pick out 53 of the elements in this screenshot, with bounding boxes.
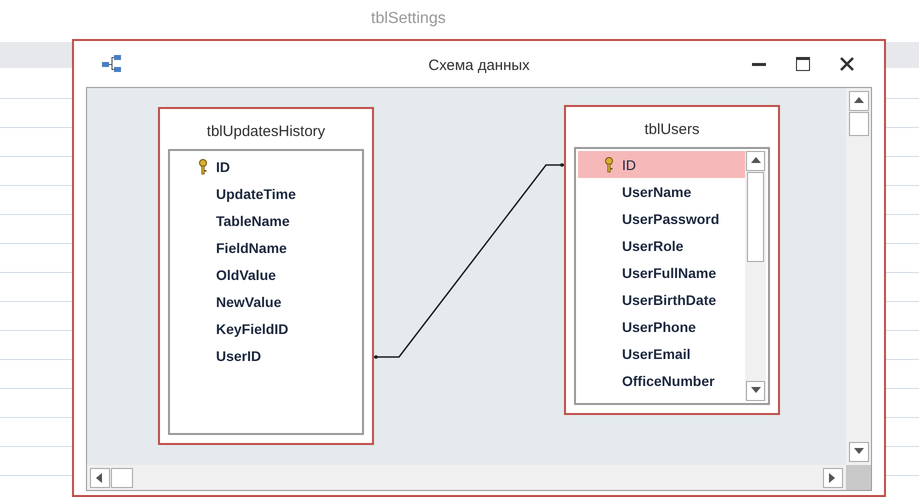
relationships-icon [102,55,122,74]
vertical-scrollbar[interactable] [846,88,871,466]
field-name: UserBirthDate [622,292,716,308]
field-item[interactable]: UserPhone [578,313,745,340]
field-name: UserID [216,348,262,364]
field-name: TableName [216,212,290,229]
field-name: KeyFieldID [216,320,288,337]
field-name: OfficeNumber [622,372,715,389]
field-item[interactable]: UserEmail [578,340,745,368]
maximize-icon [795,56,811,72]
table-window[interactable]: tblUpdatesHistory ID UpdateTime TableName FieldName OldValue NewValue KeyFieldID UserID [158,107,374,446]
field-item[interactable]: OldValue [172,261,360,288]
field-item[interactable]: ID [578,151,745,178]
field-name: UserName [622,184,692,200]
scrollbar-corner [846,465,871,490]
field-item[interactable]: UpdateTime [172,180,360,208]
field-item[interactable]: UserRole [578,232,745,260]
field-item[interactable]: UserFullName [578,259,745,286]
table-name: tblUsers [643,120,700,140]
field-item[interactable]: ID [172,153,360,180]
field-name: UserRole [622,238,684,254]
field-name: ID [216,158,230,175]
field-item[interactable]: TableName [172,207,360,234]
field-item[interactable]: UserID [172,342,360,370]
field-name: NewValue [216,294,282,310]
field-name: ID [622,156,636,173]
table-window[interactable]: tblUsers ID UserName UserPassword UserRole UserFullName UserBirthDate UserPhone UserEmail OfficeNumber [564,105,780,416]
table-name: tblUpdatesHistory [206,122,326,142]
scroll-thumb[interactable] [747,172,764,262]
scroll-thumb[interactable] [111,468,133,488]
field-item[interactable]: FieldName [172,234,360,262]
scroll-thumb[interactable] [848,112,868,136]
field-name: UpdateTime [216,186,296,202]
key-icon [604,156,614,173]
key-icon [198,158,208,175]
field-name: UserEmail [622,346,690,362]
field-name: UserFullName [622,264,716,281]
field-name: UserPhone [622,318,696,335]
close-icon [839,56,855,72]
field-item[interactable]: UserBirthDate [578,286,745,314]
field-item[interactable]: OfficeNumber [578,367,745,394]
field-item[interactable]: NewValue [172,288,360,316]
minimize-icon [752,62,766,66]
dialog-title: Схема данных [428,57,530,74]
horizontal-scrollbar[interactable] [87,465,846,490]
field-name: OldValue [216,266,276,283]
field-item[interactable]: UserName [578,178,745,206]
field-item[interactable]: KeyFieldID [172,315,360,342]
field-item[interactable]: UserPassword [578,205,745,232]
field-name: UserPassword [622,210,720,227]
field-scrollbar[interactable] [745,151,766,402]
field-name: FieldName [216,240,287,256]
table-title: tblSettings [371,10,446,29]
